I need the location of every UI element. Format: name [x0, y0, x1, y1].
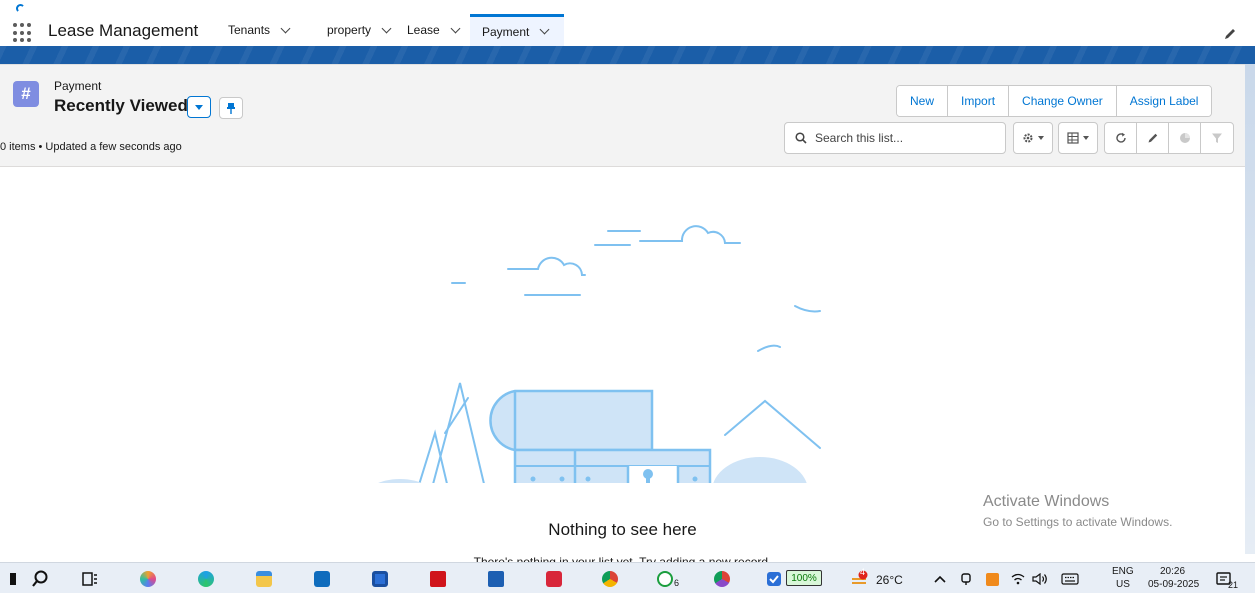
search-input[interactable]	[815, 131, 995, 145]
chevron-down-icon[interactable]	[450, 23, 461, 33]
pencil-icon	[1148, 133, 1157, 143]
tray-app-icon[interactable]	[982, 569, 1002, 589]
outlook-icon[interactable]	[312, 569, 332, 589]
import-button[interactable]: Import	[948, 86, 1010, 116]
remote-desktop-icon[interactable]	[486, 569, 506, 589]
battery-indicator[interactable]: 100%	[786, 570, 822, 586]
list-settings-button[interactable]	[1013, 122, 1053, 154]
notification-count: 21	[1228, 580, 1239, 590]
filter-icon	[1212, 133, 1222, 143]
refresh-button[interactable]	[1105, 123, 1137, 153]
chevron-down-icon[interactable]	[280, 23, 291, 33]
list-view-card: # Payment Recently Viewed 0 items • Upda…	[0, 64, 1245, 563]
loading-indicator	[16, 4, 25, 13]
list-status-text: 0 items • Updated a few seconds ago	[0, 141, 182, 153]
object-label: Payment	[54, 79, 102, 93]
search-icon[interactable]	[30, 569, 50, 589]
watermark-title: Activate Windows	[983, 493, 1110, 510]
chevron-up-icon[interactable]	[930, 569, 950, 589]
caret-down-icon	[1038, 136, 1044, 140]
charts-button[interactable]	[1169, 123, 1201, 153]
battery-level: 100%	[791, 572, 817, 584]
watermark-subtitle: Go to Settings to activate Windows.	[983, 515, 1173, 529]
input-region[interactable]: US	[1116, 579, 1130, 590]
weather-badge: 4	[860, 567, 866, 577]
clock-time[interactable]: 20:26	[1160, 566, 1185, 577]
chevron-down-icon[interactable]	[539, 24, 550, 35]
list-view-header: # Payment Recently Viewed 0 items • Upda…	[0, 65, 1245, 167]
nav-tab-label: Tenants	[228, 23, 271, 37]
copilot-icon[interactable]	[138, 569, 158, 589]
list-actions: New Import Change Owner Assign Label	[896, 85, 1213, 117]
filter-button[interactable]	[1201, 123, 1233, 153]
list-search[interactable]	[784, 122, 1006, 154]
whatsapp-icon[interactable]	[655, 569, 675, 589]
pin-list-button[interactable]	[219, 97, 243, 119]
chrome-icon[interactable]	[600, 569, 620, 589]
input-language[interactable]: ENG	[1112, 566, 1134, 577]
list-view-name: Recently Viewed	[54, 96, 188, 115]
store-icon[interactable]	[370, 569, 390, 589]
gear-icon	[1023, 133, 1033, 143]
header-band	[0, 46, 1255, 64]
wifi-icon[interactable]	[1008, 569, 1028, 589]
nav-tab-tenants[interactable]: Tenants	[216, 14, 301, 46]
page-scrollbar[interactable]	[1245, 64, 1255, 554]
clock-date[interactable]: 05-09-2025	[1148, 579, 1199, 590]
edit-nav-pencil-icon[interactable]	[1223, 27, 1237, 41]
start-icon[interactable]	[2, 569, 22, 589]
empty-chest-illustration	[378, 225, 821, 483]
temperature: 26°C	[876, 573, 903, 587]
caret-down-icon	[195, 104, 203, 110]
chrome-profile-icon[interactable]	[712, 569, 732, 589]
task-view-icon[interactable]	[80, 569, 100, 589]
nav-tab-label: Payment	[482, 24, 530, 39]
inline-edit-button[interactable]	[1137, 123, 1169, 153]
search-icon	[795, 132, 807, 144]
assign-label-button[interactable]: Assign Label	[1116, 86, 1212, 116]
edge-icon[interactable]	[196, 569, 216, 589]
nav-tab-label: Lease	[407, 23, 440, 37]
nav-tab-lease[interactable]: Lease	[395, 14, 471, 46]
pie-chart-icon	[1179, 133, 1190, 143]
list-view-picker-button[interactable]	[187, 96, 211, 118]
security-shield-icon[interactable]	[764, 569, 784, 589]
keyboard-icon[interactable]	[1060, 569, 1080, 589]
global-navigation: Lease Management Tenants property Lease …	[0, 0, 1255, 46]
table-icon	[1067, 132, 1079, 144]
pin-icon	[227, 103, 235, 114]
new-button[interactable]: New	[897, 86, 949, 116]
payment-object-icon: #	[13, 81, 39, 107]
change-owner-button[interactable]: Change Owner	[1009, 86, 1117, 116]
meet-now-icon[interactable]	[956, 569, 976, 589]
nav-tab-label: property	[327, 23, 372, 37]
app-name: Lease Management	[48, 21, 199, 40]
nav-tab-property[interactable]: property	[315, 14, 402, 46]
list-tools	[1104, 122, 1234, 154]
adobe-icon[interactable]	[428, 569, 448, 589]
windows-taskbar: 6 100% 4 26°C ENG US 20:26 05-09-2025 21	[0, 562, 1255, 593]
caret-down-icon	[1083, 136, 1089, 140]
app-launcher-icon[interactable]	[13, 23, 33, 43]
file-explorer-icon[interactable]	[254, 569, 274, 589]
app-red-cube-icon[interactable]	[544, 569, 564, 589]
whatsapp-badge: 6	[674, 578, 680, 588]
display-as-button[interactable]	[1058, 122, 1098, 154]
refresh-icon	[1115, 132, 1126, 143]
nav-tab-payment[interactable]: Payment	[470, 14, 564, 46]
activation-watermark: Activate Windows Go to Settings to activ…	[983, 493, 1172, 529]
volume-icon[interactable]	[1030, 569, 1050, 589]
chevron-down-icon[interactable]	[381, 23, 392, 33]
